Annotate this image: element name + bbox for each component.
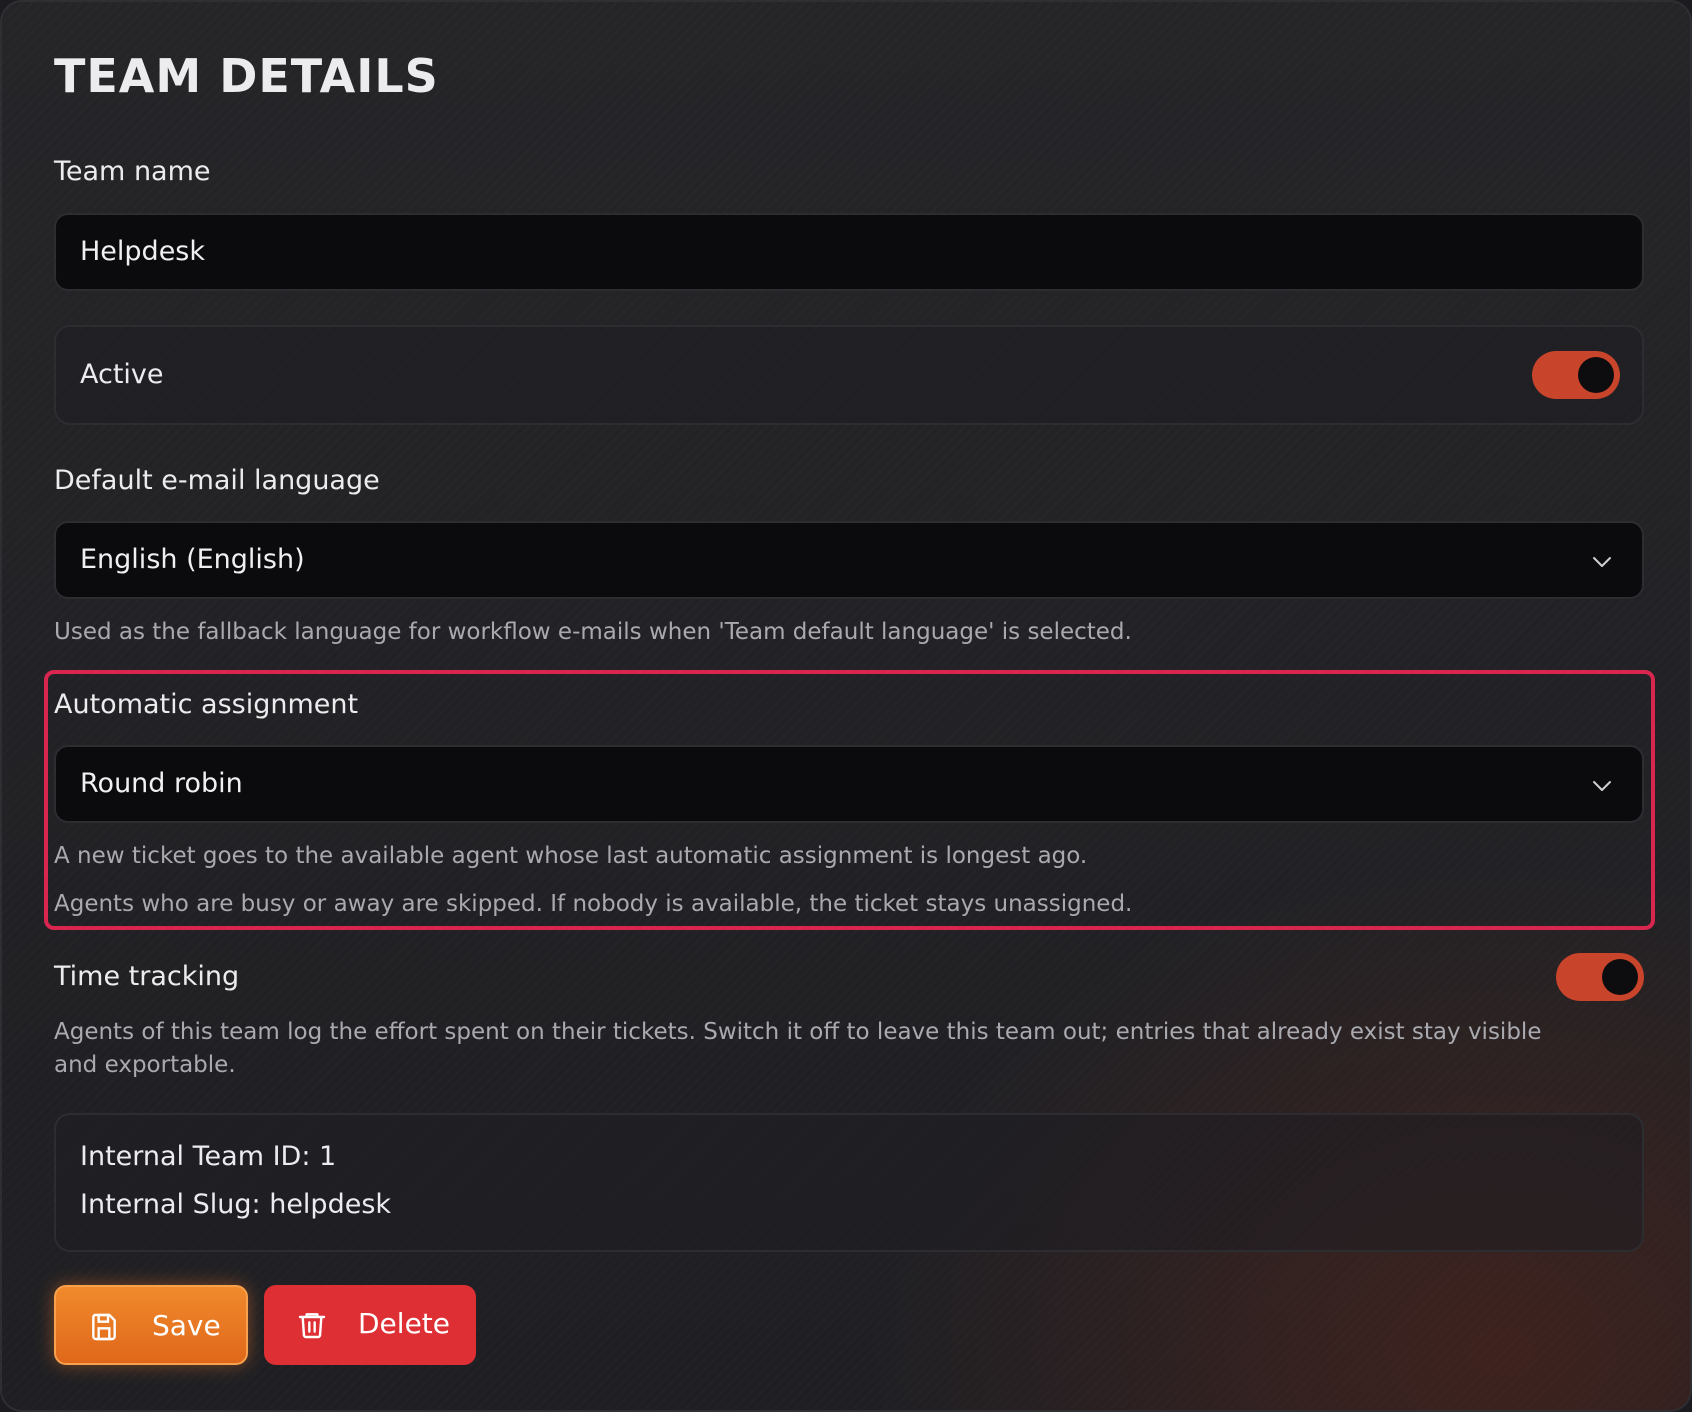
team-details-panel: TEAM DETAILS Team name Helpdesk Active D…	[0, 0, 1692, 1412]
chevron-down-icon	[1593, 557, 1611, 567]
active-toggle[interactable]	[1532, 351, 1620, 399]
delete-button-label: Delete	[358, 1307, 450, 1340]
trash-icon	[298, 1313, 326, 1339]
team-name-value: Helpdesk	[80, 236, 206, 267]
time-tracking-toggle-knob	[1602, 959, 1638, 995]
internal-slug: Internal Slug: helpdesk	[80, 1189, 392, 1220]
floppy-disk-icon	[92, 1313, 116, 1341]
active-row: Active	[54, 325, 1644, 425]
email-language-value: English (English)	[80, 544, 305, 575]
assignment-value: Round robin	[80, 768, 243, 799]
save-button[interactable]: Save	[54, 1285, 248, 1365]
time-tracking-toggle[interactable]	[1556, 953, 1644, 1001]
internal-info-box: Internal Team ID: 1 Internal Slug: helpd…	[54, 1113, 1644, 1252]
time-tracking-help: Agents of this team log the effort spent…	[54, 1019, 1542, 1078]
team-name-label: Team name	[54, 156, 211, 187]
active-label: Active	[80, 359, 164, 390]
internal-team-id: Internal Team ID: 1	[80, 1141, 337, 1172]
assignment-help-line1: A new ticket goes to the available agent…	[54, 843, 1088, 869]
delete-button[interactable]: Delete	[264, 1285, 476, 1365]
team-name-input[interactable]: Helpdesk	[54, 213, 1644, 291]
assignment-help-line2: Agents who are busy or away are skipped.…	[54, 891, 1133, 917]
email-language-select[interactable]: English (English)	[54, 521, 1644, 599]
assignment-label: Automatic assignment	[54, 689, 359, 720]
assignment-select[interactable]: Round robin	[54, 745, 1644, 823]
page-title: TEAM DETAILS	[54, 49, 439, 103]
email-language-help: Used as the fallback language for workfl…	[54, 619, 1132, 645]
chevron-down-icon	[1593, 781, 1611, 791]
active-toggle-knob	[1578, 357, 1614, 393]
email-language-label: Default e-mail language	[54, 465, 380, 496]
save-button-label: Save	[152, 1309, 221, 1342]
time-tracking-label: Time tracking	[54, 961, 240, 992]
